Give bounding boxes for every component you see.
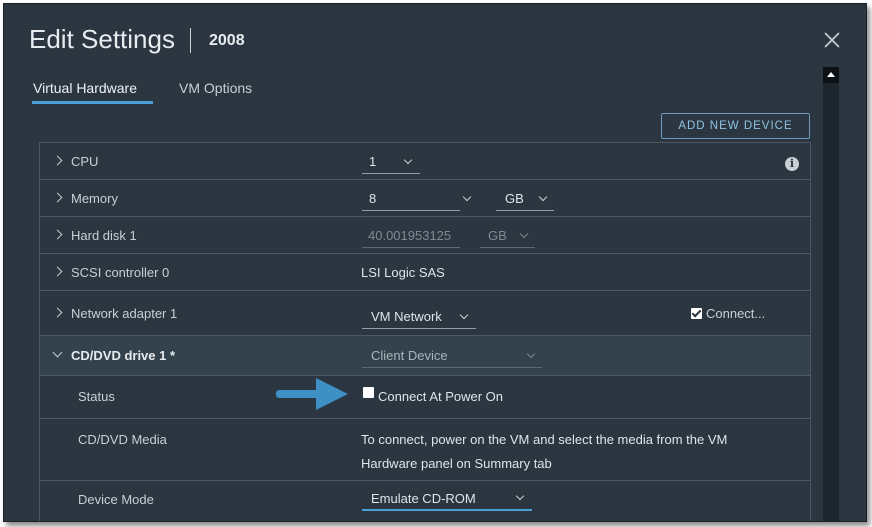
chevron-down-icon (526, 349, 536, 359)
scrollbar[interactable] (823, 67, 839, 521)
media-text-line1: To connect, power on the VM and select t… (361, 432, 728, 447)
chevron-right-icon[interactable] (52, 307, 63, 318)
memory-label: Memory (71, 191, 118, 206)
chevron-down-icon (519, 229, 529, 239)
dialog-subtitle: 2008 (209, 32, 245, 49)
dialog-title: Edit Settings (29, 24, 175, 54)
hardware-table: CPU 1 i Memory 8 GB Hard disk 1 40.00195… (39, 142, 811, 521)
memory-value: 8 (369, 191, 377, 206)
device-mode-value: Emulate CD-ROM (371, 491, 476, 506)
row-scsi-controller[interactable]: SCSI controller 0 LSI Logic SAS (40, 254, 810, 291)
chevron-right-icon[interactable] (52, 155, 63, 166)
row-network-adapter[interactable]: Network adapter 1 VM Network Connect... (40, 291, 810, 336)
info-icon[interactable]: i (785, 157, 799, 171)
hard-disk-label: Hard disk 1 (71, 228, 137, 243)
cpu-select[interactable]: 1 (362, 151, 420, 174)
close-icon[interactable] (821, 29, 843, 51)
cdrom-label: CD/DVD drive 1 * (71, 348, 176, 363)
chevron-down-icon (459, 310, 469, 320)
chevron-down-icon (462, 192, 472, 202)
row-memory[interactable]: Memory 8 GB (40, 180, 810, 217)
row-cdrom-drive[interactable]: CD/DVD drive 1 * Client Device (40, 336, 810, 376)
memory-stepper[interactable] (462, 188, 474, 210)
checkmark-icon (691, 307, 702, 318)
status-label: Status (78, 389, 115, 404)
cpu-label: CPU (71, 154, 99, 169)
scsi-value: LSI Logic SAS (361, 265, 445, 280)
scroll-up-arrow-icon[interactable] (823, 67, 839, 83)
annotation-arrow-icon (276, 378, 348, 410)
connect-label: Connect... (706, 306, 766, 321)
chevron-right-icon[interactable] (52, 192, 63, 203)
hard-disk-unit-select: GB (480, 225, 535, 248)
chevron-down-icon (538, 192, 548, 202)
row-cdrom-media: CD/DVD Media To connect, power on the VM… (40, 419, 810, 481)
row-status: Status Connect At Power On (40, 376, 810, 419)
memory-unit-select[interactable]: GB (496, 188, 554, 211)
scsi-label: SCSI controller 0 (71, 265, 170, 280)
hard-disk-size: 40.001953125 (368, 228, 452, 243)
row-device-mode: Device Mode Emulate CD-ROM (40, 481, 810, 521)
chevron-down-icon[interactable] (52, 347, 63, 358)
network-select[interactable]: VM Network (362, 306, 476, 329)
device-mode-label: Device Mode (78, 492, 154, 507)
add-new-device-button[interactable]: ADD NEW DEVICE (661, 113, 810, 139)
chevron-right-icon[interactable] (52, 229, 63, 240)
connect-checkbox[interactable] (691, 307, 702, 319)
cdrom-type-select[interactable]: Client Device (362, 345, 542, 368)
connect-at-power-on-label: Connect At Power On (378, 389, 504, 404)
network-label: Network adapter 1 (71, 306, 178, 321)
chevron-down-icon (403, 155, 413, 165)
hard-disk-unit: GB (488, 228, 507, 243)
row-hard-disk[interactable]: Hard disk 1 40.001953125 GB (40, 217, 810, 254)
edit-settings-dialog: Edit Settings 2008 Virtual Hardware VM O… (3, 3, 867, 522)
network-value: VM Network (371, 309, 442, 324)
memory-unit: GB (505, 191, 524, 206)
active-tab-indicator (32, 101, 153, 104)
hard-disk-size-input: 40.001953125 (362, 225, 460, 248)
cdrom-type: Client Device (371, 348, 448, 363)
tab-virtual-hardware[interactable]: Virtual Hardware (33, 80, 137, 96)
title-separator (190, 28, 191, 53)
row-cpu[interactable]: CPU 1 i (40, 143, 810, 180)
memory-input[interactable]: 8 (362, 188, 460, 211)
connect-at-power-on-checkbox[interactable] (363, 387, 374, 398)
cpu-value: 1 (369, 154, 377, 169)
chevron-down-icon (515, 491, 525, 501)
chevron-right-icon[interactable] (52, 266, 63, 277)
tab-vm-options[interactable]: VM Options (179, 80, 252, 96)
media-text-line2: Hardware panel on Summary tab (361, 456, 552, 471)
device-mode-select[interactable]: Emulate CD-ROM (362, 487, 532, 511)
media-label: CD/DVD Media (78, 432, 167, 447)
